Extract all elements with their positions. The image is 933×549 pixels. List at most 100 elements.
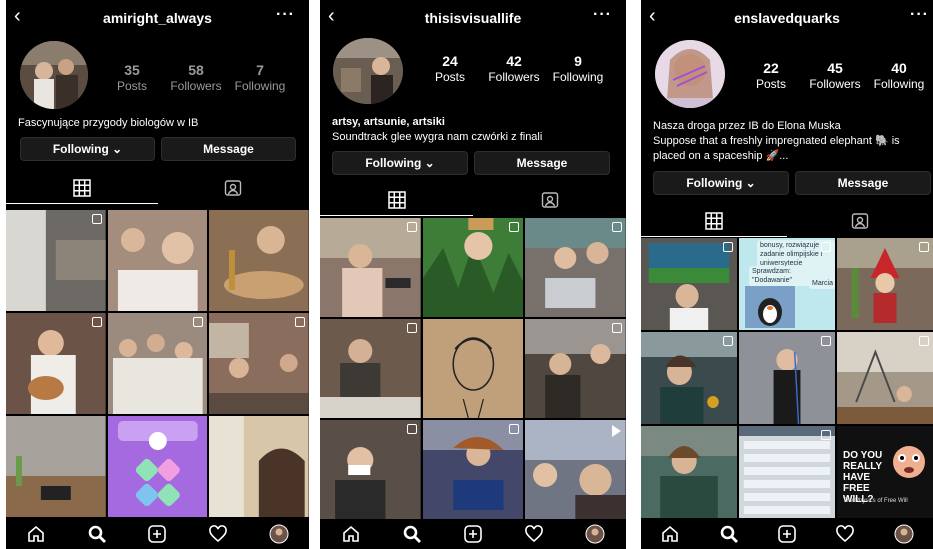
post-tile[interactable] [641,426,737,518]
post-photo [320,218,421,317]
post-tile[interactable] [422,420,524,519]
profile-stats: 22 Posts 45 Followers 40 Following [739,60,931,92]
nav-activity[interactable] [830,521,860,547]
nav-home[interactable] [21,521,51,547]
post-photo [525,319,626,418]
following-count[interactable]: 9 Following [546,53,610,85]
back-icon[interactable]: ‹ [649,6,656,26]
more-options-icon[interactable]: ··· [276,6,295,24]
post-tile[interactable] [107,416,208,517]
post-photo [6,210,106,311]
following-count[interactable]: 7 Following [228,62,292,94]
nav-profile[interactable] [264,521,294,547]
tagged-icon [225,180,242,196]
avatar[interactable] [333,38,403,104]
post-tile[interactable] [6,210,106,311]
post-tile[interactable] [6,416,106,517]
following-button[interactable]: Following ⌄ [653,171,789,195]
multi-image-icon [91,214,102,224]
more-options-icon[interactable]: ··· [593,6,612,24]
post-tile[interactable] [422,218,524,317]
following-button[interactable]: Following ⌄ [332,151,468,175]
profile-actions: Following ⌄ Message [20,137,296,161]
post-tile[interactable] [837,238,933,330]
avatar-photo [655,40,725,108]
profile-bio: Nasza droga przez IB do Elona Muska Supp… [653,119,900,164]
nav-home[interactable] [336,521,366,547]
nav-search[interactable] [397,521,427,547]
nav-profile[interactable] [889,521,919,547]
posts-count[interactable]: 24 Posts [418,53,482,85]
profile-stats: 35 Posts 58 Followers 7 Following [100,62,292,94]
profile-tabs [320,184,626,216]
post-photo [525,420,626,519]
nav-add[interactable] [142,521,172,547]
back-icon[interactable]: ‹ [328,6,335,26]
post-tile[interactable] [209,313,309,414]
home-icon [28,525,45,542]
add-post-icon [148,525,167,543]
post-tile[interactable] [422,319,524,418]
post-tile[interactable] [739,332,835,424]
nav-search[interactable] [714,521,744,547]
nav-search[interactable] [82,521,112,547]
post-tile[interactable] [641,332,737,424]
multi-image-icon [723,242,733,252]
post-tile[interactable] [525,218,626,317]
back-icon[interactable]: ‹ [14,6,21,26]
cartoon-face [893,446,925,478]
nav-add[interactable] [772,521,802,547]
tab-tagged[interactable] [158,172,310,204]
add-post-icon [464,525,482,543]
profile-bio: Fascynujące przygody biologów w IB [18,116,198,131]
avatar[interactable] [20,41,88,109]
more-options-icon[interactable]: ··· [910,6,929,24]
post-tile[interactable] [107,313,208,414]
bottom-nav [6,519,309,549]
nav-home[interactable] [655,521,685,547]
tab-grid[interactable] [641,205,787,237]
multi-image-icon [611,222,622,232]
post-tile[interactable] [525,319,626,418]
tab-grid[interactable] [320,184,473,216]
following-count[interactable]: 40 Following [867,60,931,92]
avatar[interactable] [655,40,725,108]
post-tile[interactable] [739,426,835,518]
post-tile[interactable] [320,420,421,519]
bio-line: placed on a spaceship 🚀... [653,150,789,162]
post-tile[interactable] [525,420,626,519]
message-button[interactable]: Message [161,137,296,161]
tab-tagged[interactable] [473,184,626,216]
nav-add[interactable] [458,521,488,547]
nav-activity[interactable] [203,521,233,547]
followers-count[interactable]: 58 Followers [164,62,228,94]
nav-profile[interactable] [580,521,610,547]
message-button[interactable]: Message [474,151,610,175]
post-tile[interactable] [837,332,933,424]
followers-count[interactable]: 42 Followers [482,53,546,85]
post-tile[interactable] [6,313,106,414]
post-tile[interactable] [320,319,421,418]
multi-image-icon [406,222,417,232]
post-tile[interactable] [209,416,309,517]
post-tile[interactable] [641,238,737,330]
following-button[interactable]: Following ⌄ [20,137,155,161]
nav-activity[interactable] [519,521,549,547]
message-button[interactable]: Message [795,171,931,195]
post-tile[interactable]: bonusy, rozwiązuje zadanie olimpijskie i… [739,238,835,330]
posts-count[interactable]: 35 Posts [100,62,164,94]
post-tile[interactable] [320,218,421,317]
post-photo [641,332,737,424]
followers-count[interactable]: 45 Followers [803,60,867,92]
post-tile[interactable] [107,210,208,311]
post-tile[interactable]: DO YOU REALLY HAVE FREE WILL? The Physic… [837,426,933,518]
posts-count[interactable]: 22 Posts [739,60,803,92]
avatar-photo [333,38,403,104]
heart-icon [209,525,227,543]
multi-image-icon [821,242,831,252]
post-tile[interactable] [209,210,309,311]
tab-tagged[interactable] [787,205,933,237]
post-grid: bonusy, rozwiązuje zadanie olimpijskie i… [641,238,933,519]
post-photo [6,416,106,517]
tab-grid[interactable] [6,172,158,204]
